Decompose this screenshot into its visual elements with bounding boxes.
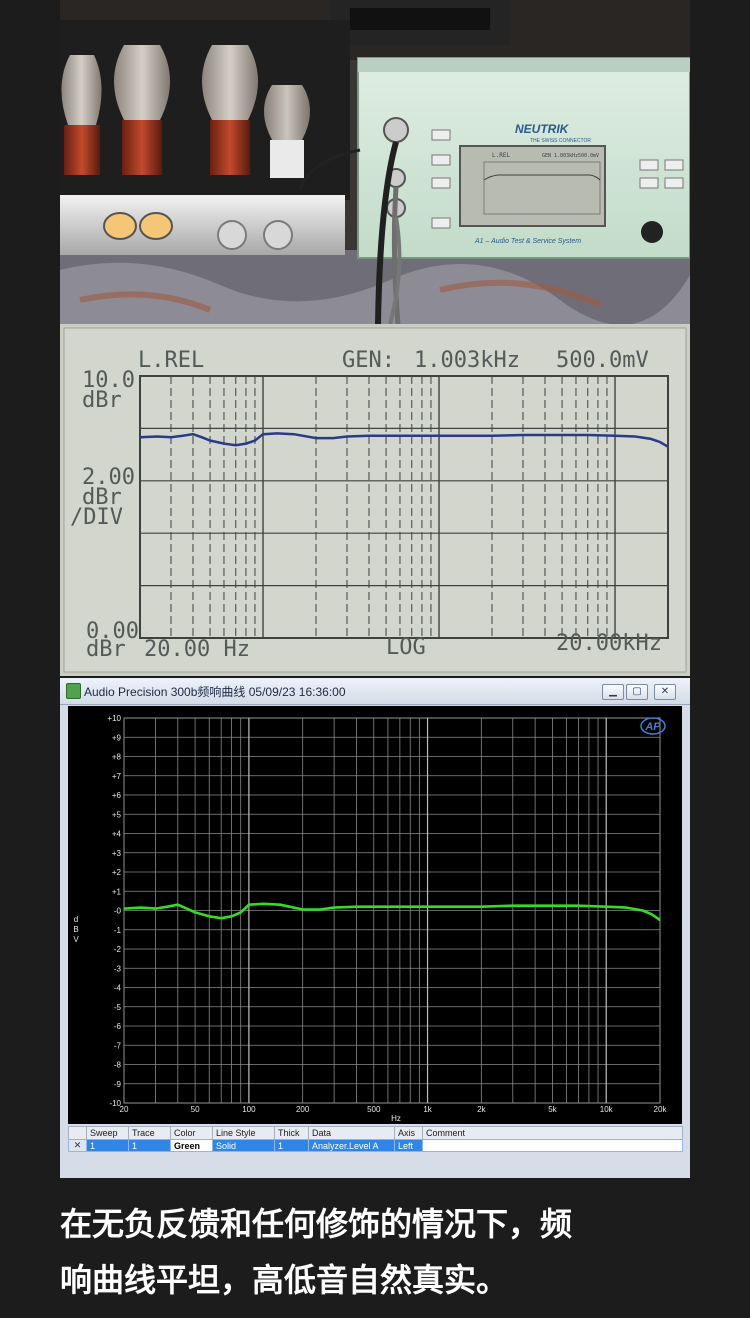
y-tick-label: -3 [114,964,122,973]
y-axis-label: dBV [73,915,79,944]
x-tick-label: 20k [654,1105,668,1114]
tube-amplifier-photo: NEUTRIK THE SWISS CONNECTOR L.REL GEN 1.… [60,0,690,324]
y-tick-label: -8 [114,1061,122,1070]
audio-precision-window: Audio Precision 300b频响曲线 05/09/23 16:36:… [60,678,690,1178]
window-title: Audio Precision 300b频响曲线 05/09/23 16:36:… [84,685,346,699]
device-screen-gen: GEN 1.003kHz [542,153,578,159]
window-titlebar[interactable]: Audio Precision 300b频响曲线 05/09/23 16:36:… [60,678,690,705]
cell-axis[interactable]: Left [394,1139,423,1152]
y-tick-label: +9 [112,733,122,742]
y-tick-label: -5 [114,1003,122,1012]
trace-settings-table: Sweep Trace Color Line Style Thick Data … [68,1126,683,1152]
y-tick-label: +6 [112,791,122,800]
lcd-title: L.REL [138,348,204,373]
close-button[interactable]: ✕ [654,684,676,700]
y-tick-label: +8 [112,753,122,762]
device-tagline: THE SWISS CONNECTOR [530,138,591,144]
header-axis: Axis [394,1126,423,1140]
frequency-response-plot[interactable]: +10 +9 +8 +7 +6 +5 +4 +3 +2 +1 -0 -1 -2 -3 -4 -5 -6 -7 -8 -… [68,706,682,1124]
chart-grid [123,717,661,1104]
x-tick-label: 20 [120,1105,129,1114]
y-tick-label: +3 [112,849,122,858]
y-tick-label: +5 [112,810,122,819]
ap-logo-icon: AP [640,717,666,735]
ap-logo: AP [644,721,661,733]
cell-line-style-select[interactable]: Solid [212,1139,275,1152]
x-tick-label: 50 [191,1105,200,1114]
lcd-x-mode: LOG [386,635,426,660]
lcd-x-end: 20.00kHz [556,631,662,656]
cell-sweep[interactable]: 1 [86,1139,129,1152]
header-trace: Trace [128,1126,171,1140]
y-tick-label: -0 [114,907,122,916]
y-tick-label: +4 [112,830,122,839]
x-tick-label: 1k [423,1105,432,1114]
table-header-row: Sweep Trace Color Line Style Thick Data … [68,1126,683,1140]
y-tick-label: -7 [114,1041,122,1050]
minimize-button[interactable]: ▁ [602,684,624,700]
y-tick-label: -2 [114,945,122,954]
lcd-y-bottom-unit: dBr [86,637,126,662]
cell-color-select[interactable]: Green [170,1139,213,1152]
device-screen-level: 500.0mV [578,153,599,159]
analyzer-lcd-screen: L.REL GEN: 1.003kHz 500.0mV 10.0 dBr 2.0… [60,324,690,676]
caption-line-1: 在无负反馈和任何修饰的情况下，频 [60,1205,573,1243]
x-tick-label: 10k [600,1105,614,1114]
trace-enable-checkbox[interactable]: ✕ [68,1139,87,1152]
y-tick-label: -4 [114,984,122,993]
y-tick-label: -9 [114,1080,122,1089]
header-checkbox [68,1126,87,1140]
device-screen-title: L.REL [492,152,510,159]
y-tick-labels: +10 +9 +8 +7 +6 +5 +4 +3 +2 +1 -0 -1 -2 -3 -4 -5 -6 -7 -8 -… [107,714,121,1108]
y-tick-label: +7 [112,772,122,781]
lcd-x-start: 20.00 Hz [144,637,250,662]
x-tick-labels: 20 50 100 200 500 1k 2k 5k 10k 20k [120,1105,668,1114]
header-comment: Comment [422,1126,683,1140]
lcd-gen-frequency: 1.003kHz [414,348,520,373]
lcd-gen-label: GEN: [342,348,395,373]
x-tick-label: 5k [548,1105,557,1114]
equipment-photo: NEUTRIK THE SWISS CONNECTOR L.REL GEN 1.… [60,0,690,324]
lcd-scale-per-div: /DIV [70,505,123,530]
audio-precision-app-icon [66,683,81,699]
device-name: A1 – Audio Test & Service System [474,238,581,245]
response-trace-green [123,902,661,922]
caption-line-2: 响曲线平坦，高低音自然真实。 [60,1261,509,1299]
header-color: Color [170,1126,213,1140]
lcd-gen-level: 500.0mV [556,348,649,373]
cell-trace[interactable]: 1 [128,1139,171,1152]
cell-comment[interactable] [422,1139,683,1152]
x-axis-label: Hz [391,1114,401,1123]
device-brand: NEUTRIK [515,122,570,136]
frequency-response-chart: +10 +9 +8 +7 +6 +5 +4 +3 +2 +1 -0 -1 -2 -3 -4 -5 -6 -7 -8 -… [73,714,668,1123]
lcd-y-top-unit: dBr [82,388,122,413]
x-tick-label: 500 [367,1105,381,1114]
y-tick-label: +1 [112,887,122,896]
y-tick-label: +2 [112,868,122,877]
y-tick-label: -1 [114,926,122,935]
cell-thick[interactable]: 1 [274,1139,309,1152]
x-tick-label: 100 [242,1105,256,1114]
y-tick-label: -6 [114,1022,122,1031]
table-row[interactable]: ✕ 1 1 Green Solid 1 Analyzer.Level A Lef… [68,1139,683,1152]
lcd-plot: L.REL GEN: 1.003kHz 500.0mV 10.0 dBr 2.0… [60,324,690,676]
x-tick-label: 200 [296,1105,310,1114]
caption: 在无负反馈和任何修饰的情况下，频 响曲线平坦，高低音自然真实。 [60,1196,700,1308]
header-data: Data [308,1126,395,1140]
header-thick: Thick [274,1126,309,1140]
header-sweep: Sweep [86,1126,129,1140]
maximize-button[interactable]: ▢ [626,684,648,700]
header-line-style: Line Style [212,1126,275,1140]
y-tick-label: +10 [107,714,121,723]
cell-data[interactable]: Analyzer.Level A [308,1139,395,1152]
x-tick-label: 2k [477,1105,486,1114]
